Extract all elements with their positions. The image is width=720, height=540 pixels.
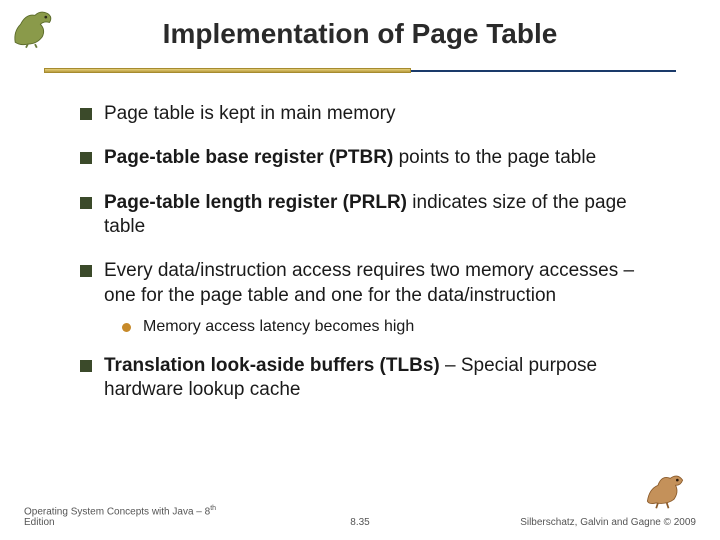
bullet-item: Page-table length register (PRLR) indica… <box>80 191 650 240</box>
slide-content: Page table is kept in main memory Page-t… <box>0 74 720 433</box>
bullet-text: Translation look-aside buffers (TLBs) – … <box>104 354 650 403</box>
bullet-item: Page table is kept in main memory <box>80 102 650 126</box>
sub-bullet-item: Memory access latency becomes high <box>122 318 650 336</box>
slide-footer: Operating System Concepts with Java – 8t… <box>24 505 696 528</box>
bullet-marker-icon <box>80 152 92 164</box>
bullet-text: Page table is kept in main memory <box>104 102 650 126</box>
bullet-item: Every data/instruction access requires t… <box>80 259 650 308</box>
sub-bullet-marker-icon <box>122 323 131 332</box>
bullet-text: Page-table length register (PRLR) indica… <box>104 191 650 240</box>
bullet-marker-icon <box>80 197 92 209</box>
footer-left: Operating System Concepts with Java – 8t… <box>24 505 248 528</box>
bullet-text: Every data/instruction access requires t… <box>104 259 650 308</box>
dinosaur-right-icon <box>638 466 692 510</box>
bullet-item: Translation look-aside buffers (TLBs) – … <box>80 354 650 403</box>
bullet-marker-icon <box>80 360 92 372</box>
footer-page-number: 8.35 <box>248 517 472 528</box>
dinosaur-left-icon <box>8 4 62 50</box>
bullet-item: Page-table base register (PTBR) points t… <box>80 146 650 170</box>
bullet-text: Page-table base register (PTBR) points t… <box>104 146 650 170</box>
slide-header: Implementation of Page Table <box>0 0 720 68</box>
bullet-marker-icon <box>80 108 92 120</box>
title-divider <box>44 68 676 74</box>
sub-bullet-text: Memory access latency becomes high <box>143 318 414 336</box>
bullet-marker-icon <box>80 265 92 277</box>
slide-title: Implementation of Page Table <box>0 12 720 60</box>
footer-copyright: Silberschatz, Galvin and Gagne © 2009 <box>472 517 696 528</box>
